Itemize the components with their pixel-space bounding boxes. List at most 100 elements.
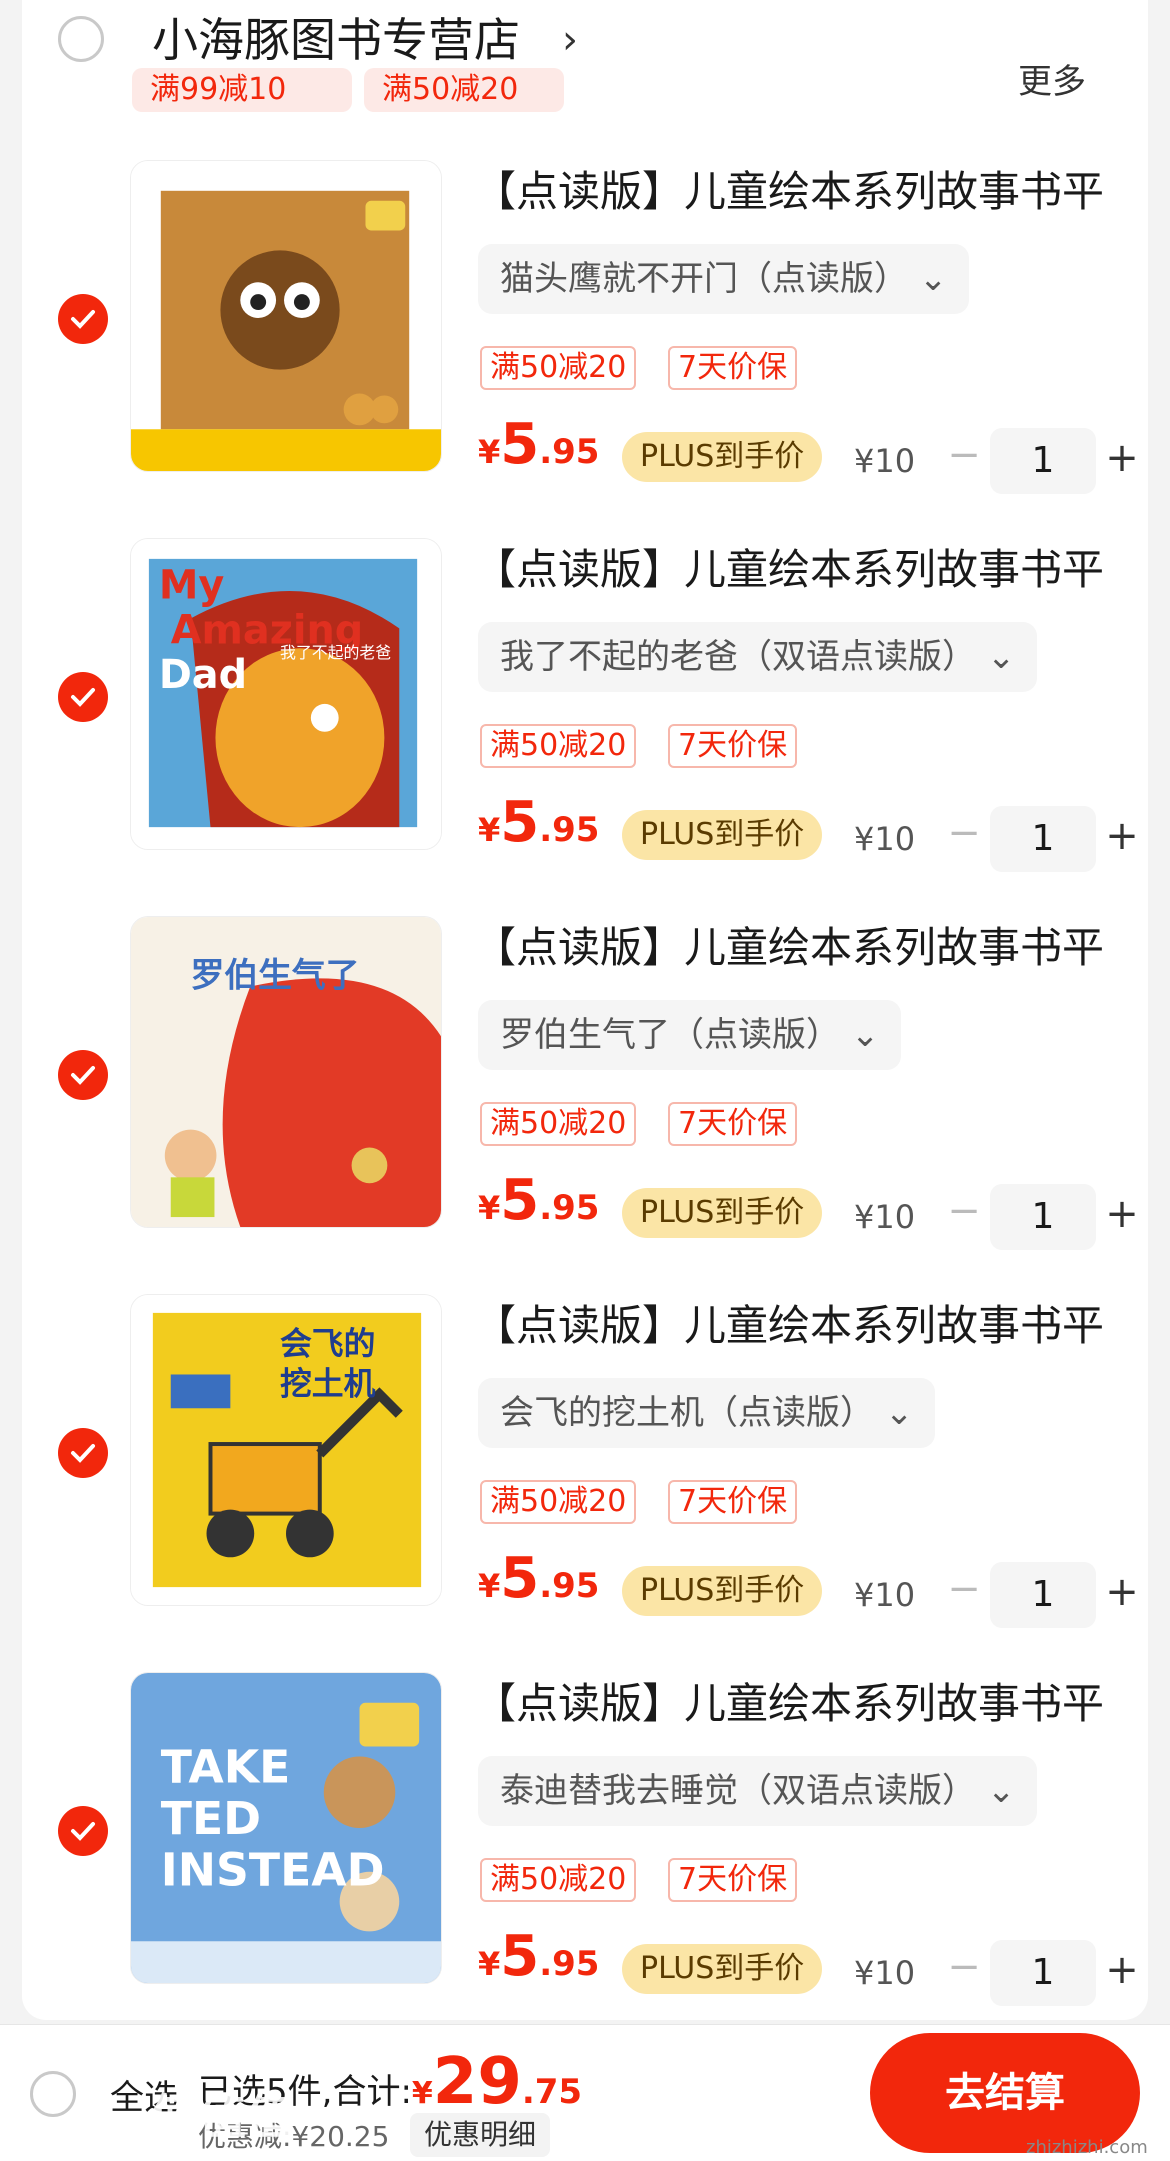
item-title[interactable]: 【点读版】儿童绘本系列故事书平 — [474, 164, 1114, 220]
check-icon — [71, 688, 95, 707]
item-checkbox[interactable] — [58, 1428, 108, 1478]
minus-icon[interactable]: − — [944, 810, 984, 860]
price-currency: ¥ — [478, 1945, 501, 1983]
cart-item: TAKE TED INSTEAD 【点读版】儿童绘本系列故事书平 泰迪替我去睡觉… — [22, 1672, 1148, 2050]
minus-icon[interactable]: − — [944, 432, 984, 482]
teddy-book-cover[interactable]: TAKE TED INSTEAD — [130, 1672, 442, 1984]
promo-tag: 满50减20 — [480, 1858, 637, 1902]
original-price: ¥10 — [854, 1198, 916, 1236]
spec-label: 罗伯生气了（点读版） — [500, 1015, 840, 1055]
cover-title: 罗伯生气了 — [191, 956, 360, 995]
original-price: ¥10 — [854, 820, 916, 858]
promo-tag: 满50减20 — [480, 1480, 637, 1524]
spec-label: 猫头鹰就不开门（点读版） — [500, 259, 908, 299]
item-checkbox[interactable] — [58, 294, 108, 344]
item-title[interactable]: 【点读版】儿童绘本系列故事书平 — [474, 1298, 1114, 1354]
chevron-down-icon: ⌄ — [884, 1393, 914, 1433]
price-currency: ¥ — [478, 1189, 501, 1227]
item-spec-selector[interactable]: 罗伯生气了（点读版） ⌄ — [478, 1000, 902, 1070]
quantity-input[interactable]: 1 — [990, 806, 1096, 872]
checkout-button[interactable]: 去结算 — [870, 2033, 1140, 2153]
item-checkbox[interactable] — [58, 1050, 108, 1100]
plus-price-badge: PLUS到手价 — [622, 432, 823, 482]
dad-book-cover[interactable]: My Amazing Dad 我了不起的老爸 — [130, 538, 442, 850]
item-price: ¥5.95 — [478, 1168, 599, 1233]
item-spec-selector[interactable]: 泰迪替我去睡觉（双语点读版） ⌄ — [478, 1756, 1038, 1826]
total-amount: ¥29.75 — [411, 2050, 583, 2114]
checkout-bar: 全选 已选5件,合计:¥29.75 优惠减:¥20.25 优惠明细 去结算 值值… — [0, 2024, 1170, 2161]
guarantee-tag: 7天价保 — [668, 724, 798, 768]
shop-select-radio[interactable] — [58, 16, 104, 62]
guarantee-tag: 7天价保 — [668, 346, 798, 390]
total-decimal: .75 — [521, 2072, 583, 2112]
quantity-input[interactable]: 1 — [990, 1184, 1096, 1250]
price-decimal: .95 — [539, 810, 600, 850]
price-integer: 5 — [500, 1546, 540, 1611]
chevron-down-icon: ⌄ — [918, 259, 948, 299]
plus-icon[interactable]: + — [1102, 1184, 1142, 1244]
original-price: ¥10 — [854, 442, 916, 480]
item-spec-selector[interactable]: 会飞的挖土机（点读版） ⌄ — [478, 1378, 936, 1448]
guarantee-tag: 7天价保 — [668, 1480, 798, 1524]
guarantee-tag: 7天价保 — [668, 1858, 798, 1902]
plus-price-badge: PLUS到手价 — [622, 1188, 823, 1238]
cover-title: Dad — [159, 652, 247, 698]
price-currency: ¥ — [478, 433, 501, 471]
quantity-input[interactable]: 1 — [990, 428, 1096, 494]
price-currency: ¥ — [478, 811, 501, 849]
more-link[interactable]: 更多 — [1018, 60, 1086, 104]
cart-item: My Amazing Dad 我了不起的老爸 【点读版】儿童绘本系列故事书平 我… — [22, 538, 1148, 916]
price-integer: 5 — [500, 1168, 540, 1233]
coupon-chip[interactable]: 满99减10 — [132, 68, 352, 112]
plus-icon[interactable]: + — [1102, 1562, 1142, 1622]
select-all-radio[interactable] — [30, 2071, 76, 2117]
item-checkbox[interactable] — [58, 672, 108, 722]
check-icon — [71, 1444, 95, 1463]
chevron-down-icon: ⌄ — [850, 1015, 880, 1055]
price-integer: 5 — [500, 790, 540, 855]
spec-label: 我了不起的老爸（双语点读版） — [500, 637, 976, 677]
plus-price-badge: PLUS到手价 — [622, 1566, 823, 1616]
excavator-book-cover[interactable]: 会飞的 挖土机 — [130, 1294, 442, 1606]
cover-subtitle: 我了不起的老爸 — [280, 643, 391, 662]
quantity-input[interactable]: 1 — [990, 1562, 1096, 1628]
item-spec-selector[interactable]: 猫头鹰就不开门（点读版） ⌄ — [478, 244, 970, 314]
item-price: ¥5.95 — [478, 790, 599, 855]
plus-price-badge: PLUS到手价 — [622, 810, 823, 860]
discount-detail-button[interactable]: 优惠明细 — [410, 2113, 551, 2157]
minus-icon[interactable]: − — [944, 1944, 984, 1994]
check-icon — [71, 1822, 95, 1841]
cover-title: TAKE — [161, 1740, 291, 1793]
price-decimal: .95 — [539, 1188, 600, 1228]
spec-label: 会飞的挖土机（点读版） — [500, 1393, 874, 1433]
price-decimal: .95 — [539, 1566, 600, 1606]
quantity-input[interactable]: 1 — [990, 1940, 1096, 2006]
chevron-down-icon: ⌄ — [986, 637, 1016, 677]
shop-card: 小海豚图书专营店 › 满99减10 满50减20 更多 【点读版】儿童绘本系列故… — [22, 0, 1148, 2020]
item-title[interactable]: 【点读版】儿童绘本系列故事书平 — [474, 920, 1114, 976]
minus-icon[interactable]: − — [944, 1566, 984, 1616]
item-spec-selector[interactable]: 我了不起的老爸（双语点读版） ⌄ — [478, 622, 1038, 692]
shop-arrow-icon[interactable]: › — [562, 12, 578, 68]
price-integer: 5 — [500, 412, 540, 477]
plus-icon[interactable]: + — [1102, 428, 1142, 488]
cover-title: TED — [161, 1792, 261, 1845]
plus-icon[interactable]: + — [1102, 1940, 1142, 2000]
robert-book-cover[interactable]: 罗伯生气了 — [130, 916, 442, 1228]
promo-tag: 满50减20 — [480, 1102, 637, 1146]
item-title[interactable]: 【点读版】儿童绘本系列故事书平 — [474, 542, 1114, 598]
spec-label: 泰迪替我去睡觉（双语点读版） — [500, 1771, 976, 1811]
item-checkbox[interactable] — [58, 1806, 108, 1856]
cover-title: 会飞的 — [280, 1326, 375, 1363]
item-title[interactable]: 【点读版】儿童绘本系列故事书平 — [474, 1676, 1114, 1732]
cover-title: 挖土机 — [280, 1365, 376, 1402]
plus-icon[interactable]: + — [1102, 806, 1142, 866]
coupon-chip[interactable]: 满50减20 — [364, 68, 564, 112]
price-currency: ¥ — [478, 1567, 501, 1605]
cover-title: My — [159, 563, 225, 609]
owl-book-cover[interactable] — [130, 160, 442, 472]
shop-name[interactable]: 小海豚图书专营店 — [152, 10, 520, 70]
minus-icon[interactable]: − — [944, 1188, 984, 1238]
check-icon — [71, 310, 95, 329]
total-currency: ¥ — [411, 2076, 433, 2111]
